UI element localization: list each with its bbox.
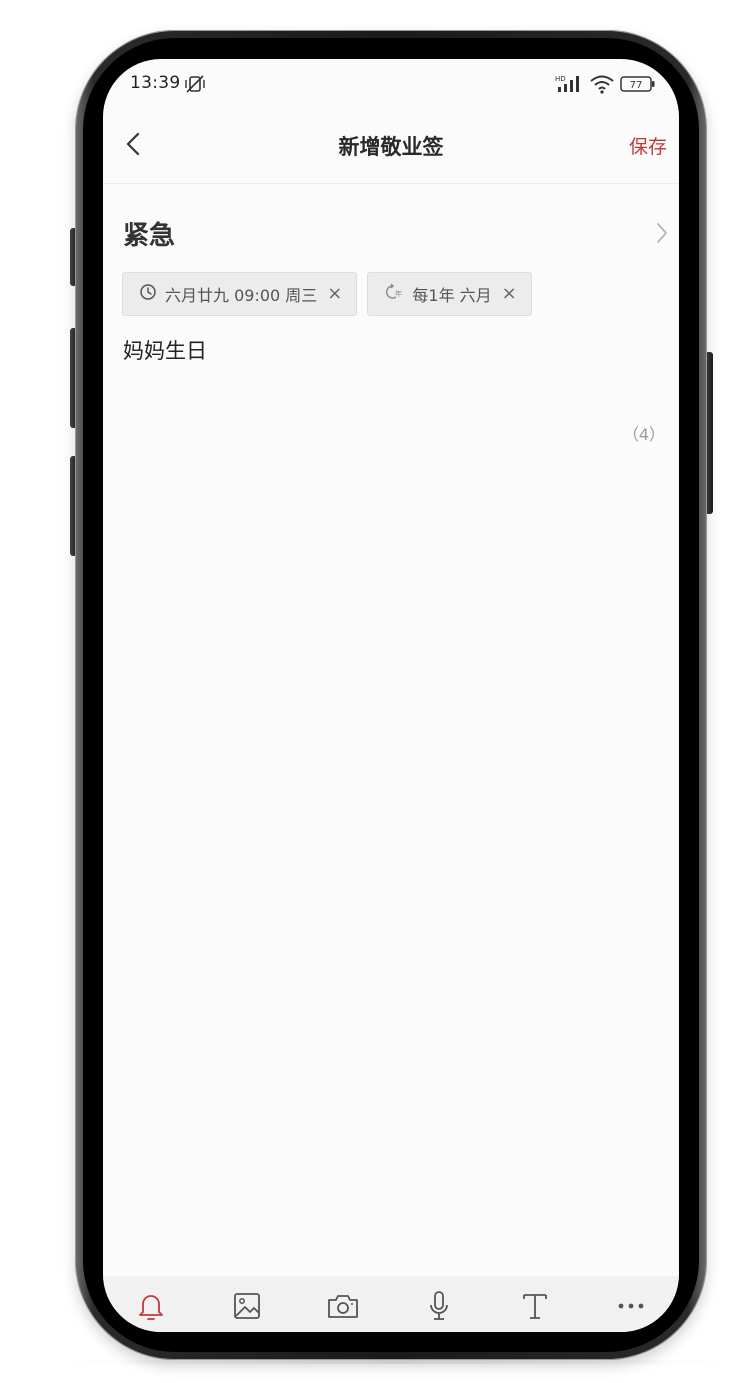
text-format-icon (523, 1294, 547, 1319)
status-bar: 13:39 HD 77 (103, 59, 679, 111)
vibrate-off-icon (183, 74, 207, 98)
image-icon (234, 1293, 260, 1319)
reminder-chip[interactable]: 六月廿九 09:00 周三 × (122, 272, 358, 316)
signal-hd-icon: HD (555, 73, 585, 99)
battery-icon: 77 (620, 75, 656, 97)
floor-shadow (60, 1360, 730, 1364)
status-time: 13:39 (130, 73, 181, 93)
save-button[interactable]: 保存 (629, 132, 667, 159)
clock-icon (139, 283, 157, 305)
bottom-toolbar (103, 1276, 679, 1332)
camera-icon (328, 1295, 358, 1318)
network-badge-text: HD (555, 75, 566, 83)
more-button[interactable] (611, 1288, 651, 1324)
chevron-right-icon (655, 221, 669, 249)
wifi-icon (589, 73, 615, 99)
more-icon (618, 1303, 644, 1309)
svg-text:年: 年 (395, 289, 402, 298)
repeat-chip-close-button[interactable]: × (502, 285, 517, 303)
text-format-button[interactable] (515, 1288, 555, 1324)
note-body-input[interactable]: 妈妈生日 (123, 335, 207, 365)
nav-header: 新增敬业签 保存 (103, 111, 679, 184)
reminder-chip-text: 六月廿九 09:00 周三 (165, 286, 318, 305)
battery-level: 77 (630, 80, 643, 91)
voice-input-button[interactable] (419, 1288, 459, 1324)
reminder-chip-close-button[interactable]: × (327, 285, 342, 303)
take-photo-button[interactable] (323, 1288, 363, 1324)
device-stage: 13:39 HD 77 新增敬业签 保存 紧急 六月廿九 09:00 周三 × … (0, 0, 754, 1383)
microphone-icon (430, 1291, 448, 1320)
bell-icon (139, 1295, 163, 1320)
insert-image-button[interactable] (227, 1288, 267, 1324)
schedule-chips: 六月廿九 09:00 周三 × 年 每1年 六月 × (122, 272, 542, 318)
repeat-chip-text: 每1年 六月 (412, 286, 492, 305)
repeat-icon: 年 (384, 283, 404, 305)
char-count: （4） (622, 425, 665, 444)
category-row[interactable]: 紧急 (123, 213, 669, 253)
repeat-chip[interactable]: 年 每1年 六月 × (367, 272, 532, 316)
page-title: 新增敬业签 (338, 135, 444, 159)
phone-screen: 13:39 HD 77 新增敬业签 保存 紧急 六月廿九 09:00 周三 × … (103, 59, 679, 1332)
reminder-button[interactable] (131, 1288, 171, 1324)
category-title: 紧急 (123, 221, 176, 251)
